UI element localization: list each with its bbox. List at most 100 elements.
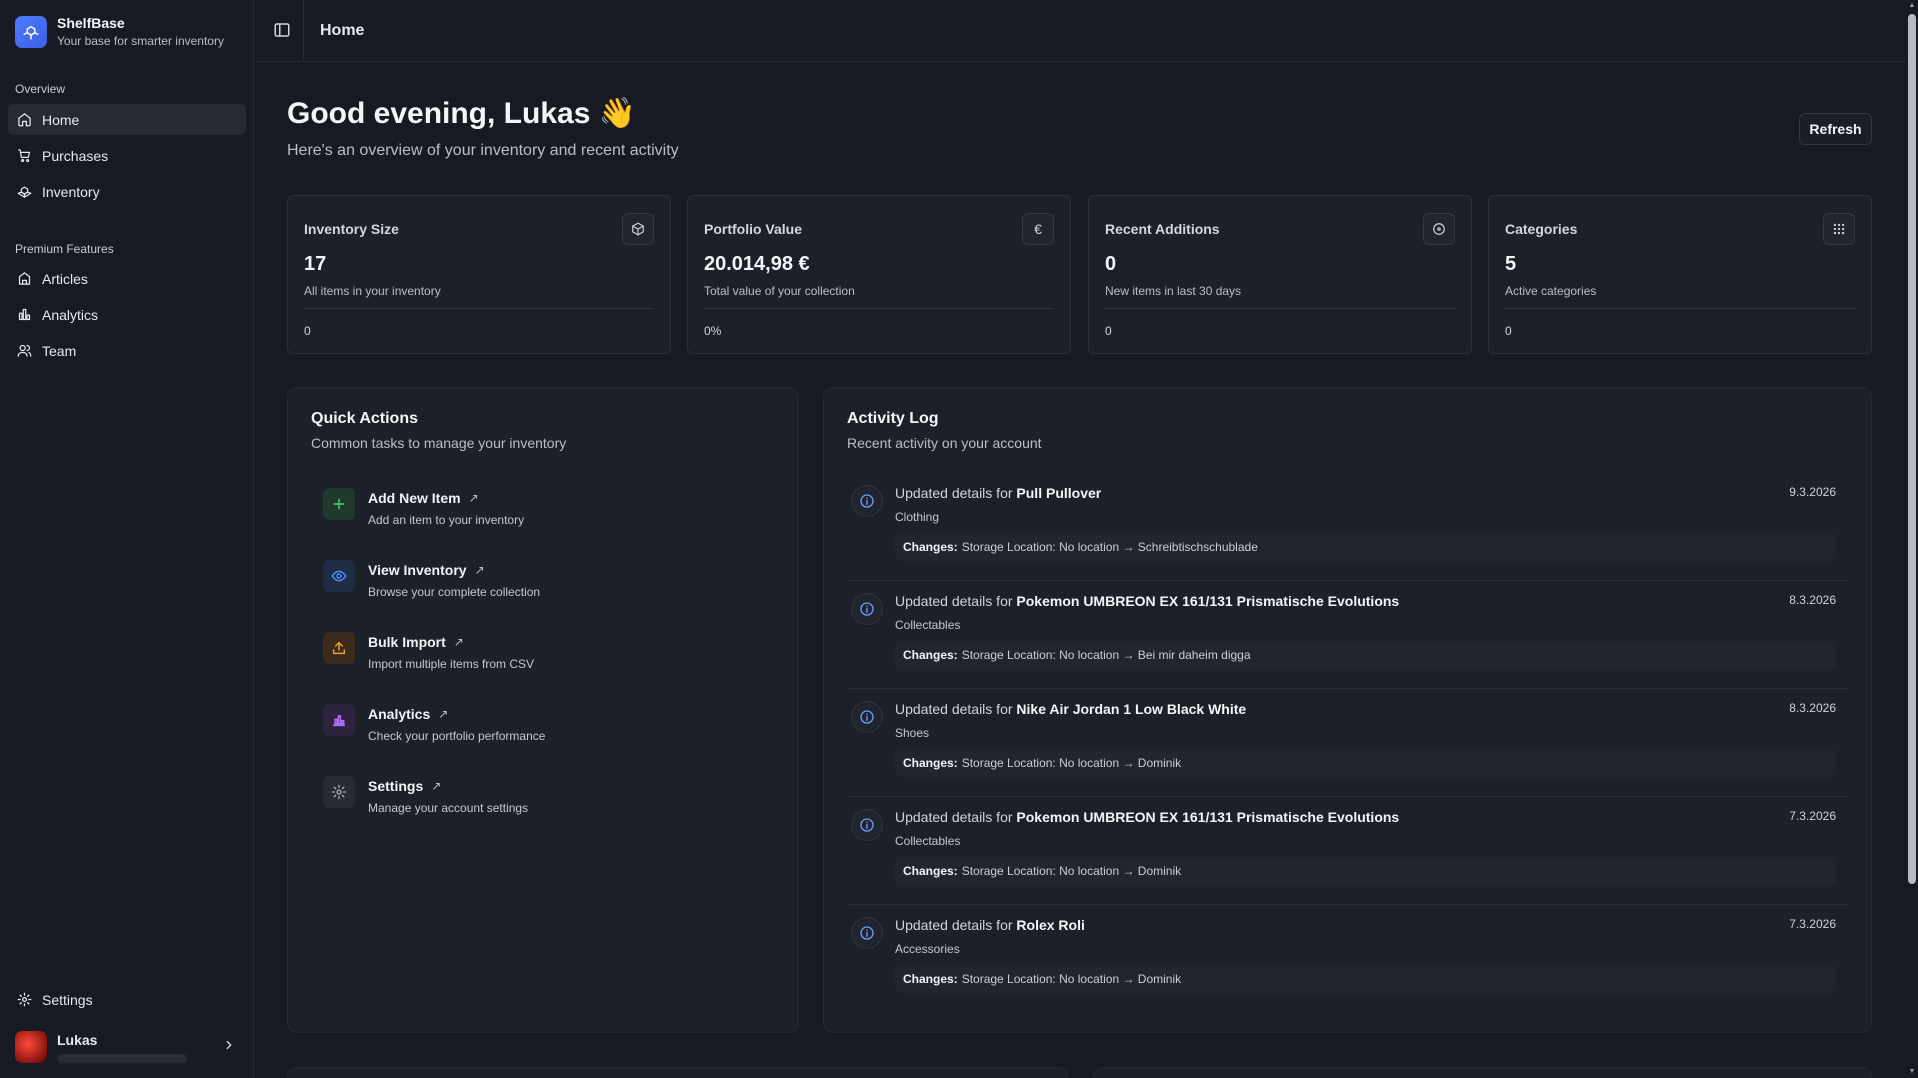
user-menu[interactable]: Lukas <box>8 1028 246 1066</box>
activity-log-panel: Activity Log Recent activity on your acc… <box>823 387 1872 1033</box>
bar-chart-icon <box>18 308 31 321</box>
package-icon <box>622 213 654 245</box>
nav-group-premium: Premium Features <box>15 242 114 256</box>
chevron-right-icon <box>226 1040 232 1050</box>
quick-action-label: Settings <box>368 778 424 794</box>
activity-category: Collectables <box>895 834 961 848</box>
activity-item-name: Rolex Roli <box>1016 917 1085 933</box>
users-icon <box>17 344 32 357</box>
sidebar-item-articles[interactable]: Articles <box>8 263 246 294</box>
changes-text: Storage Location: No location → Schreibt… <box>961 540 1258 554</box>
stat-value: 20.014,98 € <box>704 253 810 275</box>
stat-value: 0 <box>1105 253 1117 275</box>
activity-prefix: Updated details for <box>895 917 1013 933</box>
plus-circle-icon <box>1423 213 1455 245</box>
sidebar-toggle-icon[interactable] <box>273 21 291 39</box>
scroll-up-icon[interactable]: ▲ <box>1908 2 1916 10</box>
euro-icon: € <box>1022 213 1054 245</box>
stat-footer: 0 <box>1105 324 1112 338</box>
stat-desc: All items in your inventory <box>304 284 441 298</box>
gear-icon <box>323 776 355 808</box>
brand-tagline: Your base for smarter inventory <box>57 34 224 48</box>
scrollbar[interactable]: ▲ ▼ <box>1906 0 1918 1078</box>
activity-date: 8.3.2026 <box>1789 593 1836 607</box>
quick-action-view-inventory[interactable]: View Inventory ↗ Browse your complete col… <box>323 560 540 599</box>
boxes-icon <box>17 186 32 198</box>
plus-icon <box>323 488 355 520</box>
grid-icon <box>1823 213 1855 245</box>
quick-action-add-item[interactable]: Add New Item ↗ Add an item to your invent… <box>323 488 524 527</box>
activity-changes: Changes: Storage Location: No location → … <box>895 965 1836 993</box>
gear-icon <box>17 992 32 1007</box>
activity-item: Updated details for Pokemon UMBREON EX 1… <box>847 797 1848 905</box>
activity-item-name: Nike Air Jordan 1 Low Black White <box>1016 701 1247 717</box>
info-icon <box>851 917 883 949</box>
sidebar-item-home[interactable]: Home <box>8 104 246 135</box>
activity-date: 7.3.2026 <box>1789 917 1836 931</box>
upload-icon <box>323 632 355 664</box>
quick-action-desc: Add an item to your inventory <box>368 513 525 527</box>
quick-action-desc: Check your portfolio performance <box>368 729 546 743</box>
quick-action-desc: Manage your account settings <box>368 801 529 815</box>
scroll-down-icon[interactable]: ▼ <box>1908 1068 1916 1076</box>
activity-category: Collectables <box>895 618 961 632</box>
activity-prefix: Updated details for <box>895 809 1013 825</box>
arrow-up-right-icon: ↗ <box>431 779 442 793</box>
quick-action-settings[interactable]: Settings ↗ Manage your account settings <box>323 776 528 815</box>
greeting-heading: Good evening, Lukas 👋 <box>287 97 637 130</box>
activity-log-subtitle: Recent activity on your account <box>847 435 1042 451</box>
sidebar-item-settings[interactable]: Settings <box>8 984 246 1015</box>
info-icon <box>851 485 883 517</box>
activity-category: Shoes <box>895 726 930 740</box>
stat-card-inventory-size: Inventory Size 17 All items in your inve… <box>287 195 671 354</box>
arrow-up-right-icon: ↗ <box>474 563 485 577</box>
quick-actions-subtitle: Common tasks to manage your inventory <box>311 435 567 451</box>
sidebar-item-label: Purchases <box>42 147 109 164</box>
scroll-thumb[interactable] <box>1908 14 1916 884</box>
activity-changes: Changes: Storage Location: No location → … <box>895 641 1836 669</box>
sidebar-item-purchases[interactable]: Purchases <box>8 140 246 171</box>
user-email-redacted <box>57 1053 187 1063</box>
activity-date: 7.3.2026 <box>1789 809 1836 823</box>
page-title: Home <box>320 22 365 39</box>
divider <box>704 308 1054 309</box>
brand-name: ShelfBase <box>57 15 125 31</box>
quick-actions-title: Quick Actions <box>311 410 418 427</box>
sidebar-item-label: Analytics <box>42 306 99 323</box>
divider <box>1105 308 1455 309</box>
activity-category: Clothing <box>895 510 940 524</box>
changes-label: Changes: <box>903 756 958 770</box>
changes-label: Changes: <box>903 972 958 986</box>
changes-text: Storage Location: No location → Dominik <box>961 756 1182 770</box>
changes-text: Storage Location: No location → Dominik <box>961 864 1182 878</box>
activity-prefix: Updated details for <box>895 485 1013 501</box>
brand[interactable]: ShelfBase Your base for smarter inventor… <box>15 15 224 48</box>
changes-text: Storage Location: No location → Dominik <box>961 972 1182 986</box>
activity-changes: Changes: Storage Location: No location → … <box>895 533 1836 561</box>
activity-item: Updated details for Pull Pullover 9.3.20… <box>847 473 1848 581</box>
bar-chart-icon <box>323 704 355 736</box>
stat-title: Inventory Size <box>304 221 399 237</box>
sidebar-item-team[interactable]: Team <box>8 335 246 366</box>
user-name: Lukas <box>57 1031 98 1048</box>
activity-changes: Changes: Storage Location: No location → … <box>895 857 1836 885</box>
refresh-button[interactable]: Refresh <box>1799 113 1872 145</box>
stat-footer: 0% <box>704 324 722 338</box>
quick-action-analytics[interactable]: Analytics ↗ Check your portfolio performa… <box>323 704 545 743</box>
sidebar-item-label: Home <box>42 111 80 128</box>
arrow-up-right-icon: ↗ <box>468 491 479 505</box>
activity-item-name: Pokemon UMBREON EX 161/131 Prismatische … <box>1016 809 1400 825</box>
sidebar-item-analytics[interactable]: Analytics <box>8 299 246 330</box>
sidebar-item-inventory[interactable]: Inventory <box>8 176 246 207</box>
brand-logo-icon <box>15 15 47 48</box>
activity-item-name: Pokemon UMBREON EX 161/131 Prismatische … <box>1016 593 1400 609</box>
stat-desc: Total value of your collection <box>704 284 855 298</box>
topbar-divider <box>303 0 304 62</box>
quick-action-bulk-import[interactable]: Bulk Import ↗ Import multiple items from … <box>323 632 534 671</box>
activity-item: Updated details for Nike Air Jordan 1 Lo… <box>847 689 1848 797</box>
activity-item: Updated details for Rolex Roli 7.3.2026 … <box>847 905 1848 1013</box>
activity-changes: Changes: Storage Location: No location → … <box>895 749 1836 777</box>
activity-prefix: Updated details for <box>895 701 1013 717</box>
info-icon <box>851 701 883 733</box>
stat-title: Recent Additions <box>1105 221 1220 237</box>
